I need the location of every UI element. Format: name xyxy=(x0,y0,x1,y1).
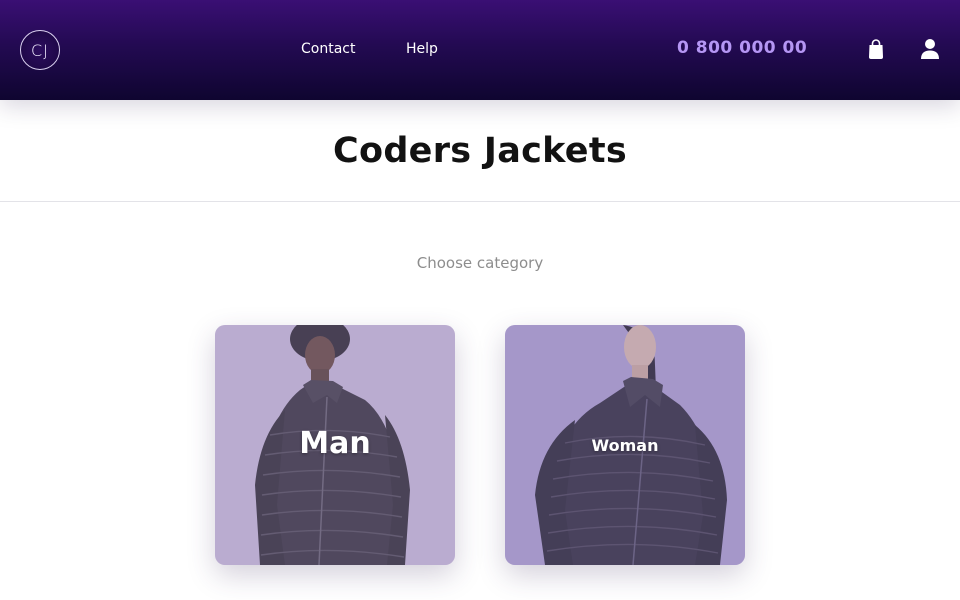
nav-link-contact[interactable]: Contact xyxy=(301,41,355,57)
logo[interactable]: CJ xyxy=(20,30,60,70)
phone-number[interactable]: 0 800 000 00 xyxy=(677,38,807,58)
shopping-bag-icon xyxy=(869,39,883,59)
title-band: Coders Jackets xyxy=(0,100,960,202)
category-card-man[interactable]: Man xyxy=(215,325,455,565)
category-card-woman[interactable]: Woman xyxy=(505,325,745,565)
nav-link-help[interactable]: Help xyxy=(406,41,438,57)
category-label-woman: Woman xyxy=(591,436,659,455)
user-icon xyxy=(921,39,939,59)
page-title: Coders Jackets xyxy=(332,130,628,171)
top-header: CJ Contact Help 0 800 000 00 xyxy=(0,0,960,100)
choose-category-label: Choose category xyxy=(416,254,544,272)
logo-text: CJ xyxy=(31,40,49,60)
account-button[interactable] xyxy=(920,38,940,60)
cart-button[interactable] xyxy=(866,38,886,60)
category-label-man: Man xyxy=(299,426,371,461)
